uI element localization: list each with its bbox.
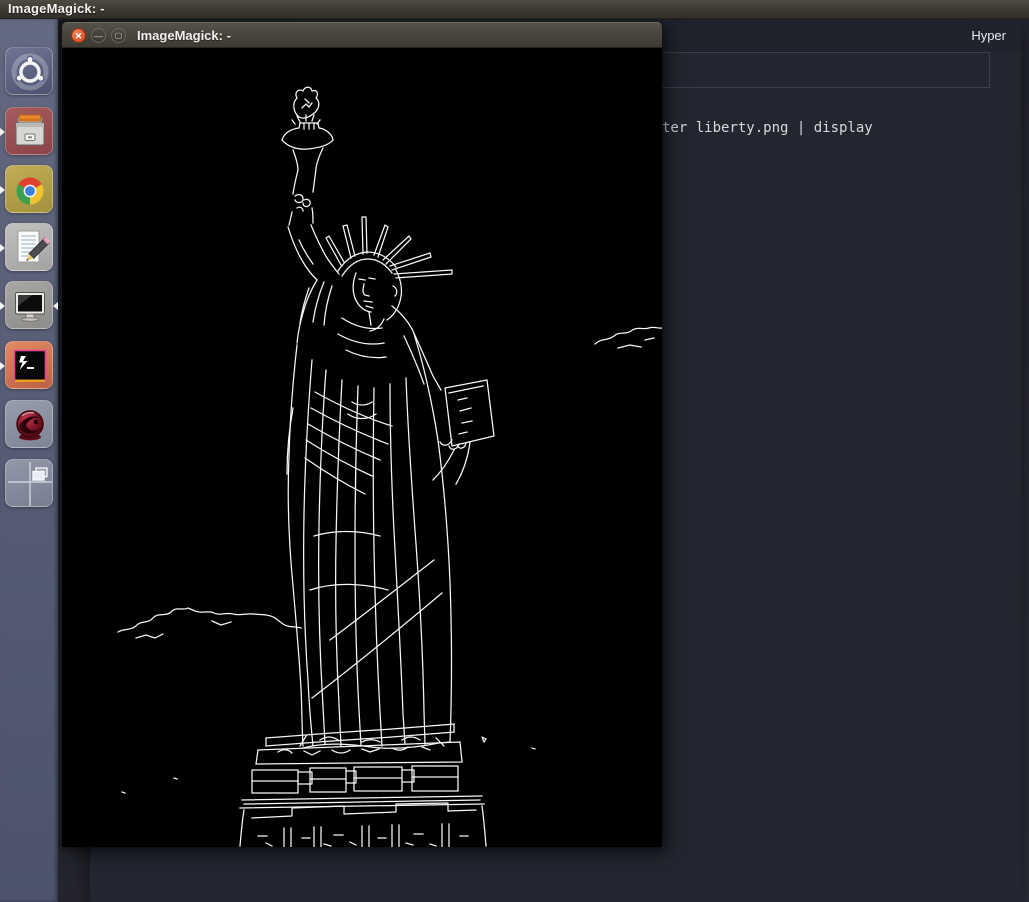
image-display-canvas[interactable] [62, 48, 662, 847]
hyper-app-title: Hyper [971, 28, 1006, 43]
launcher-item-chrome[interactable] [5, 165, 53, 213]
ubuntu-dash-icon [6, 48, 54, 96]
workspace-switcher-icon [6, 460, 54, 508]
launcher-item-text-editor[interactable] [5, 223, 53, 271]
launcher-item-dash[interactable] [5, 47, 53, 95]
display-monitor-icon [6, 282, 54, 330]
minimize-button[interactable]: — [91, 28, 106, 43]
launcher-item-terminal[interactable] [5, 341, 53, 389]
maximize-button[interactable]: ▢ [111, 28, 126, 43]
launcher-item-files[interactable] [5, 107, 53, 155]
unity-launcher [0, 19, 58, 902]
hyper-terminal-icon [6, 342, 54, 390]
launcher-item-media[interactable] [5, 400, 53, 448]
terminal-command-text: ter liberty.png | display [662, 120, 873, 136]
statue-of-liberty-edge-drawing [62, 48, 662, 847]
launcher-item-workspaces[interactable] [5, 459, 53, 507]
text-editor-icon [6, 224, 54, 272]
imagemagick-titlebar[interactable]: ✕ — ▢ ImageMagick: - [62, 22, 662, 48]
chrome-browser-icon [6, 166, 54, 214]
launcher-item-display[interactable] [5, 281, 53, 329]
imagemagick-window: ✕ — ▢ ImageMagick: - [62, 22, 662, 847]
close-button[interactable]: ✕ [71, 28, 86, 43]
panel-app-title: ImageMagick: - [8, 1, 105, 16]
red-swirl-app-icon [6, 401, 54, 449]
window-title: ImageMagick: - [137, 28, 231, 43]
top-panel: ImageMagick: - [0, 0, 1029, 19]
file-manager-icon [6, 108, 54, 156]
desktop: Hyper ter liberty.png | display ✕ — ▢ Im… [0, 0, 1029, 902]
